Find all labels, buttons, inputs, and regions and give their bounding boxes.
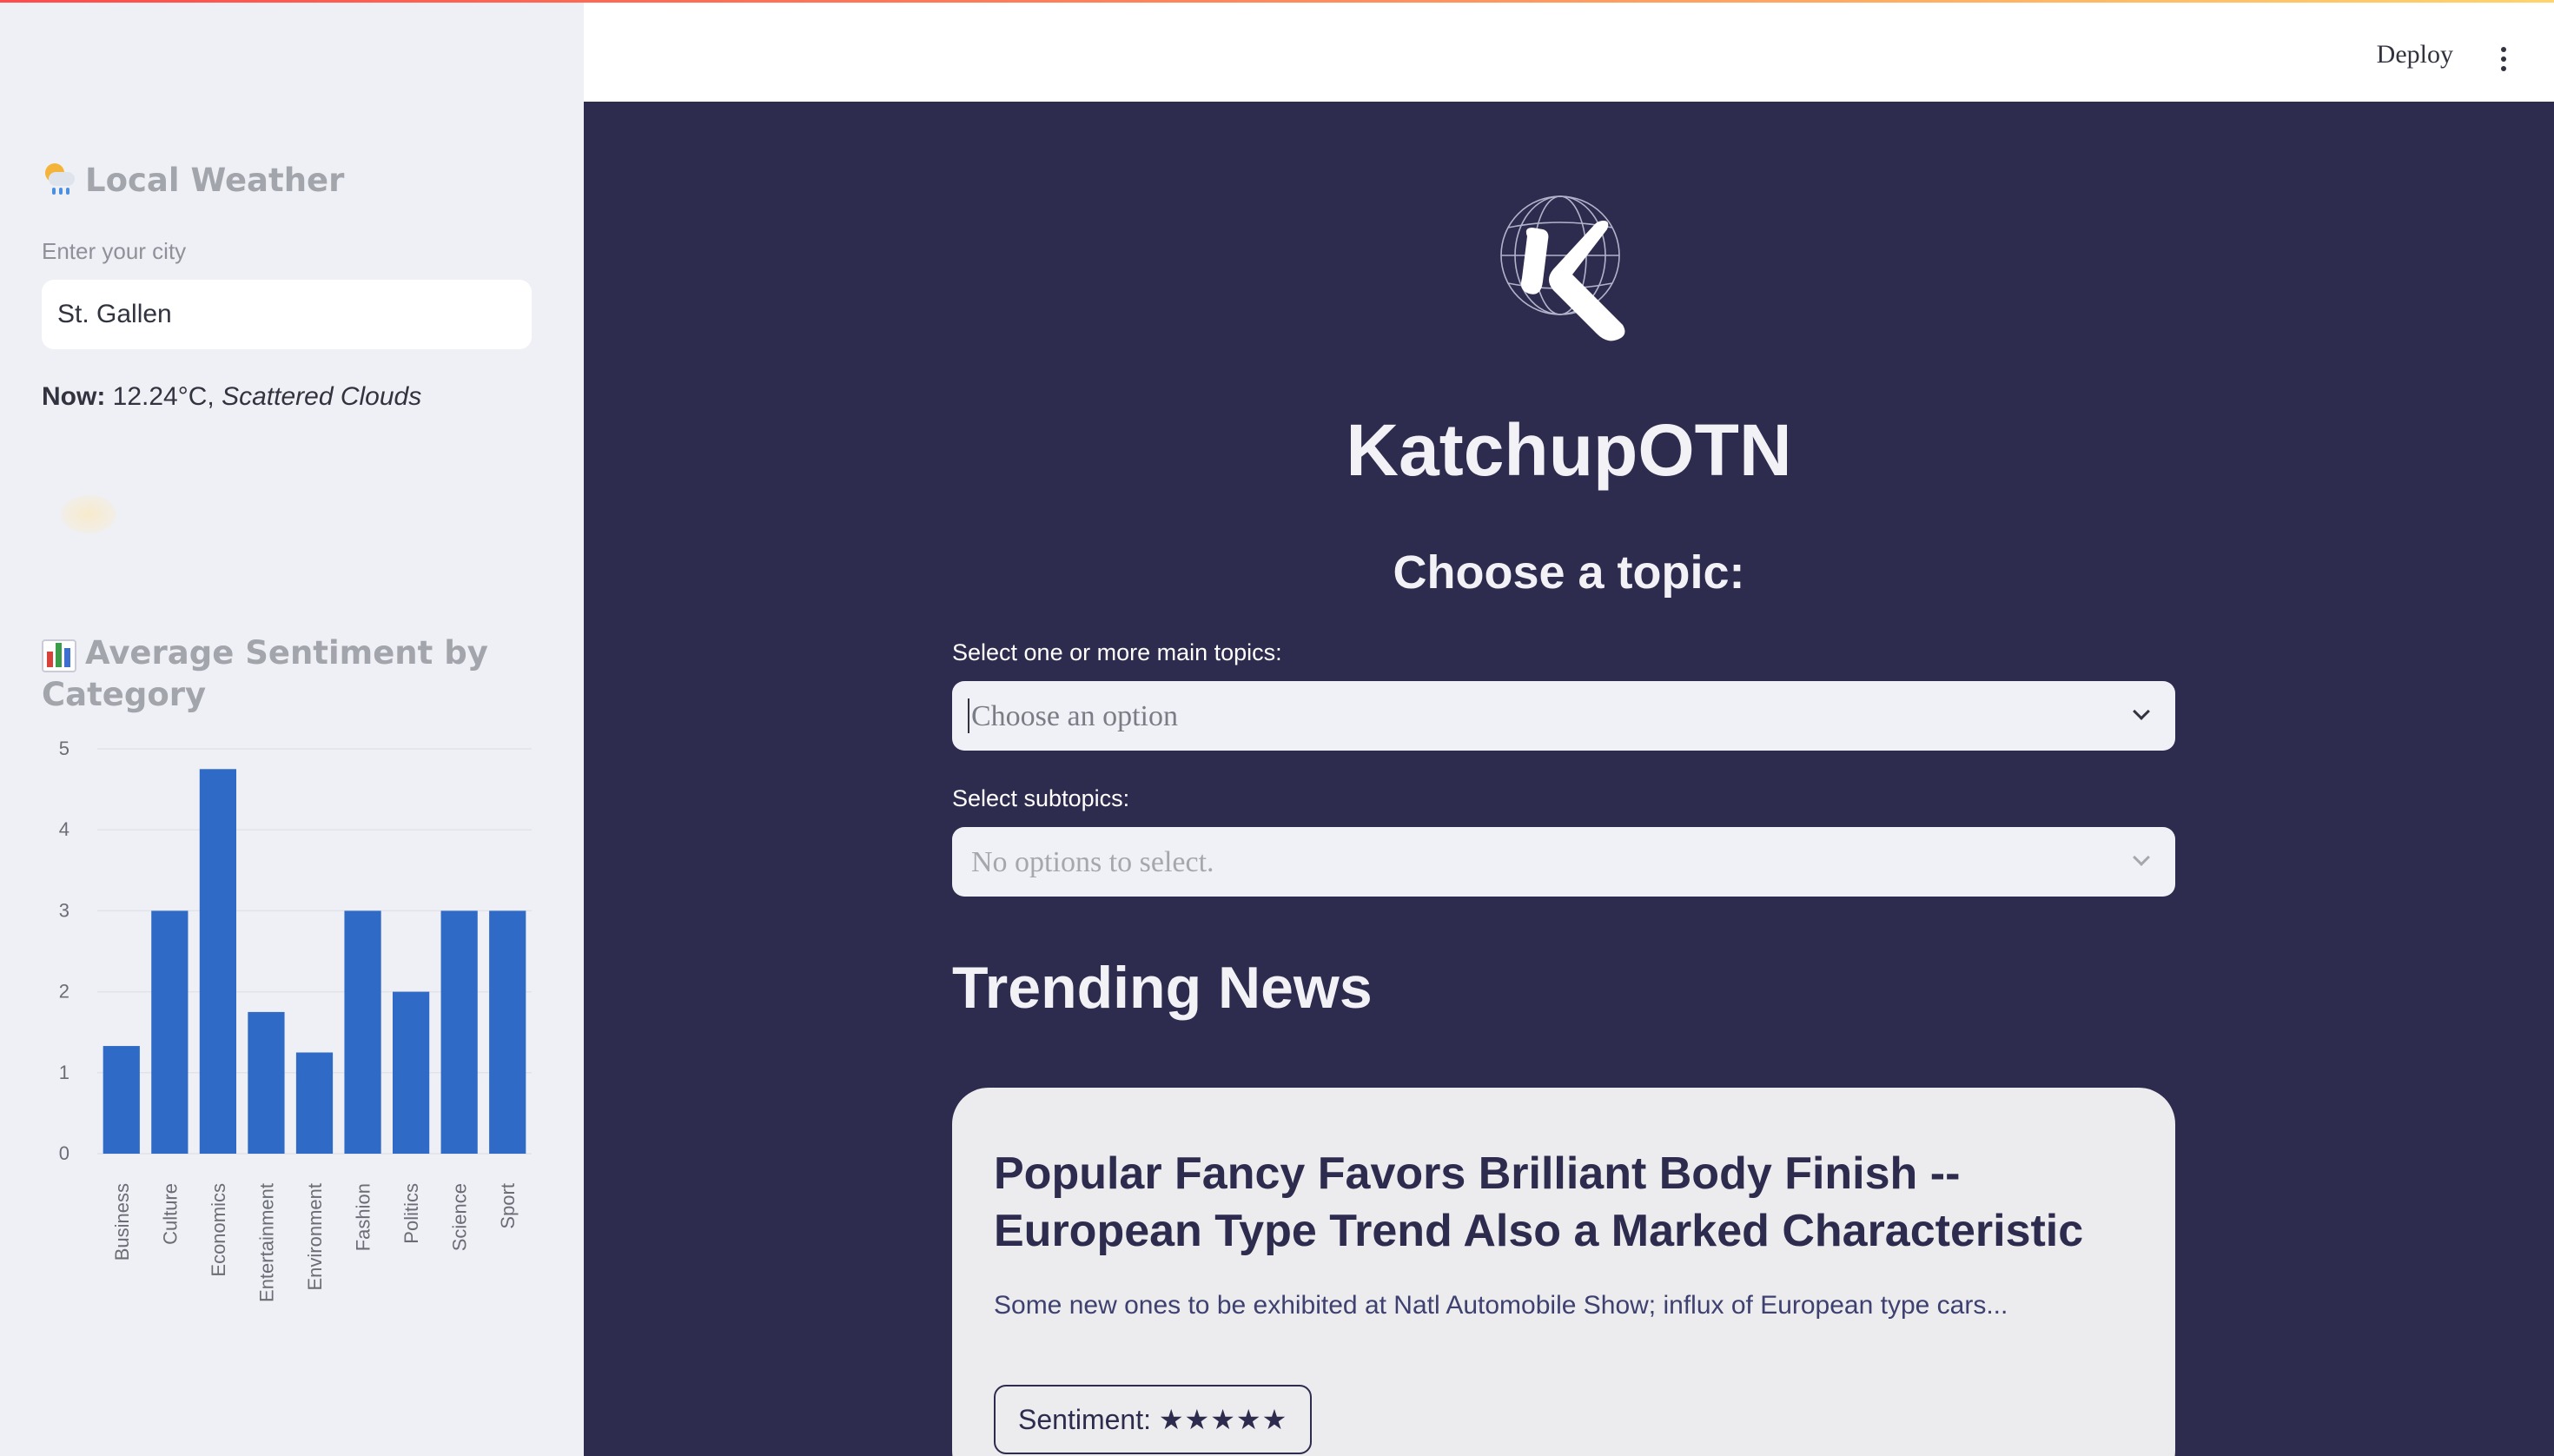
current-weather: Now: 12.24°C, Scattered Clouds — [42, 382, 421, 412]
sentiment-stars: ★★★★★ — [1158, 1403, 1288, 1436]
bar-entertainment — [248, 1011, 285, 1154]
choose-topic-heading: Choose a topic: — [1393, 546, 1745, 599]
x-tick-label: Fashion — [353, 1183, 374, 1251]
top-decoration-bar — [0, 0, 2554, 3]
news-description: Some new ones to be exhibited at Natl Au… — [994, 1291, 2008, 1320]
city-input[interactable] — [42, 280, 532, 349]
sidebar: Local Weather Enter your city Now: 12.24… — [0, 0, 584, 1456]
x-tick-label: Entertainment — [255, 1183, 277, 1302]
main-topics-label: Select one or more main topics: — [952, 639, 1282, 665]
weather-title: Local Weather — [85, 162, 345, 199]
sentiment-bar-chart: 0 1 2 3 4 5 Business Culture Economics Entertainm… — [59, 738, 532, 1302]
y-tick-label: 2 — [59, 981, 69, 1003]
text-cursor — [968, 698, 969, 733]
sun-cloud-rain-icon — [42, 163, 76, 195]
bar-politics — [393, 991, 430, 1154]
bar-economics — [199, 769, 236, 1154]
weather-heading: Local Weather — [42, 160, 344, 202]
x-tick-label: Science — [449, 1183, 471, 1251]
bar-science — [440, 910, 478, 1154]
bar-culture — [151, 910, 189, 1154]
sentiment-badge: Sentiment: ★★★★★ — [994, 1385, 1313, 1454]
app-logo — [1500, 195, 1625, 341]
now-label: Now: — [42, 382, 106, 411]
x-tick-label: Culture — [159, 1183, 181, 1245]
x-tick-label: Economics — [208, 1183, 229, 1277]
bar-environment — [295, 1052, 334, 1154]
x-tick-label: Politics — [400, 1183, 422, 1244]
sentiment-title-line2: Category — [42, 676, 207, 713]
chevron-down-icon[interactable] — [2133, 703, 2150, 720]
app-header: Deploy — [584, 0, 2554, 102]
subtopics-select[interactable]: No options to select. — [952, 827, 2175, 897]
city-input-label: Enter your city — [42, 238, 187, 264]
main-topics-select[interactable]: Choose an option — [952, 681, 2175, 751]
main-menu-icon[interactable] — [2500, 47, 2507, 73]
bar-chart-icon — [42, 639, 76, 672]
y-tick-label: 1 — [59, 1062, 69, 1083]
bar-fashion — [344, 910, 381, 1154]
weather-image — [61, 495, 116, 533]
y-tick-label: 3 — [59, 899, 69, 921]
bar-business — [103, 1046, 140, 1154]
sentiment-label: Sentiment: — [1018, 1404, 1151, 1435]
x-tick-label: Business — [111, 1183, 133, 1261]
sentiment-title-line1: Average Sentiment by — [85, 634, 488, 672]
subtopics-placeholder: No options to select. — [971, 846, 1214, 878]
bar-sport — [489, 910, 526, 1154]
main-topics-placeholder: Choose an option — [971, 700, 1178, 732]
x-tick-label: Sport — [497, 1183, 519, 1229]
trending-news-heading: Trending News — [952, 955, 1373, 1021]
chevron-down-icon[interactable] — [2133, 849, 2150, 866]
subtopics-label: Select subtopics: — [952, 785, 1130, 811]
y-tick-label: 4 — [59, 818, 69, 840]
now-temperature: 12.24°C, — [112, 382, 215, 411]
now-condition: Scattered Clouds — [222, 382, 422, 411]
sentiment-heading: Average Sentiment by Category — [42, 632, 488, 716]
news-card[interactable]: Popular Fancy Favors Brilliant Body Fini… — [952, 1088, 2175, 1456]
app-title: KatchupOTN — [1346, 409, 1792, 491]
deploy-button[interactable]: Deploy — [2377, 40, 2453, 69]
y-tick-label: 0 — [59, 1142, 69, 1164]
x-tick-label: Environment — [304, 1183, 326, 1291]
news-title[interactable]: Popular Fancy Favors Brilliant Body Fini… — [994, 1145, 2140, 1260]
y-tick-label: 5 — [59, 738, 69, 759]
